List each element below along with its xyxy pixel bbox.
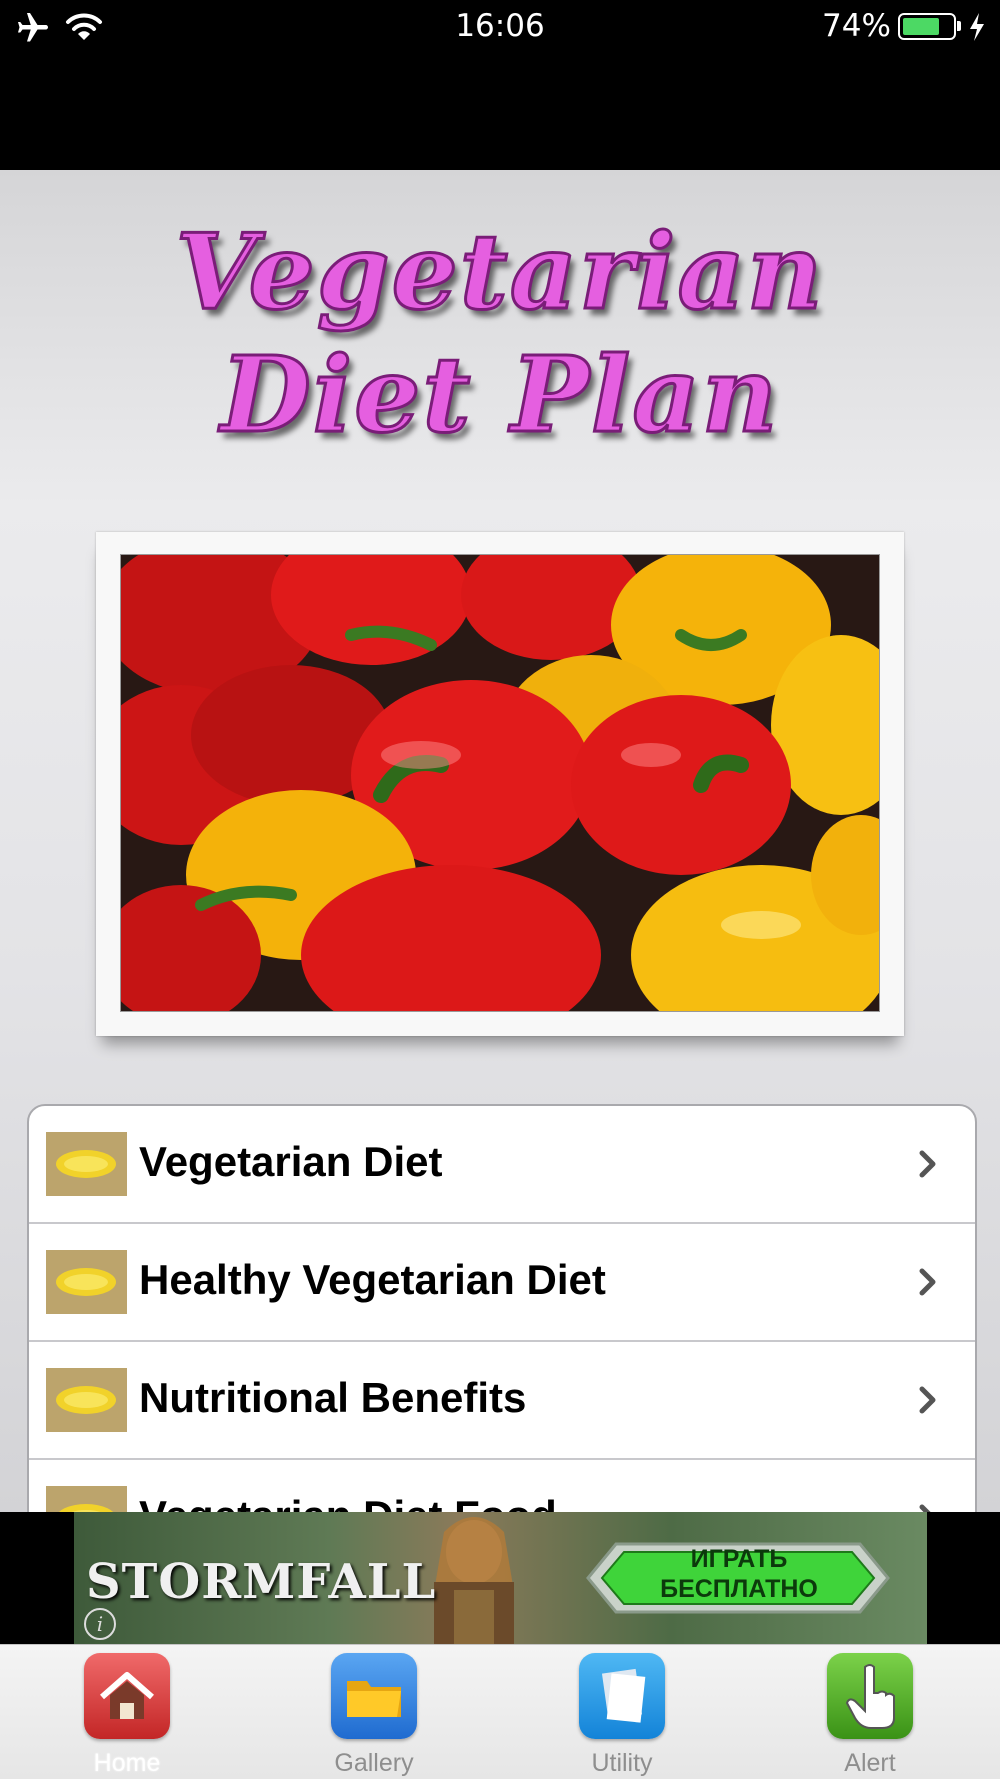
tab-utility[interactable]: Utility	[552, 1653, 692, 1779]
tab-label: Utility	[591, 1749, 653, 1777]
ad-brand: STORMFALL	[86, 1554, 437, 1610]
folder-icon	[331, 1653, 417, 1739]
ad-banner[interactable]: STORMFALL ИГРАТЬ БЕСПЛАТНО i	[74, 1512, 927, 1644]
chevron-right-icon	[919, 1150, 936, 1178]
tab-home[interactable]: Home	[57, 1653, 197, 1779]
pointing-hand-icon	[827, 1653, 913, 1739]
main-content: Vegetarian Diet Plan Vegetarian Diet Hea…	[0, 170, 1000, 1512]
tab-alert[interactable]: Alert	[800, 1653, 940, 1779]
lemon-thumbnail-icon	[46, 1368, 127, 1432]
battery-nub	[957, 21, 961, 31]
list-item[interactable]: Vegetarian Diet Food	[29, 1460, 975, 1512]
info-icon[interactable]: i	[84, 1608, 116, 1640]
lemon-thumbnail-icon	[46, 1132, 127, 1196]
tab-gallery[interactable]: Gallery	[304, 1653, 444, 1779]
battery-icon	[898, 13, 956, 40]
ad-cta-label: ИГРАТЬ БЕСПЛАТНО	[660, 1545, 818, 1603]
list-item-label: Nutritional Benefits	[139, 1374, 527, 1421]
documents-icon	[579, 1653, 665, 1739]
ad-banner-strip: STORMFALL ИГРАТЬ БЕСПЛАТНО i	[0, 1512, 1000, 1644]
chevron-right-icon	[919, 1386, 936, 1414]
charging-bolt-icon	[970, 13, 984, 41]
chevron-right-icon	[919, 1268, 936, 1296]
peppers-illustration	[121, 555, 879, 1011]
tab-label: Alert	[844, 1749, 896, 1777]
list-item-label: Vegetarian Diet Food	[139, 1492, 557, 1512]
list-item[interactable]: Nutritional Benefits	[29, 1342, 975, 1460]
tab-label: Gallery	[334, 1749, 414, 1777]
topic-list: Vegetarian Diet Healthy Vegetarian Diet …	[27, 1104, 977, 1512]
bell-peppers-image	[120, 554, 880, 1012]
status-bar: 16:06 74%	[0, 0, 1000, 170]
list-item[interactable]: Vegetarian Diet	[29, 1106, 975, 1224]
lemon-thumbnail-icon	[46, 1486, 127, 1512]
tab-label: Home	[93, 1749, 161, 1777]
chevron-right-icon	[919, 1504, 931, 1512]
list-item-label: Vegetarian Diet	[139, 1138, 443, 1185]
list-item[interactable]: Healthy Vegetarian Diet	[29, 1224, 975, 1342]
tab-bar: Home Gallery Utility Alert	[0, 1644, 1000, 1779]
page-title: Vegetarian Diet Plan	[174, 209, 825, 458]
hero-photo-frame	[96, 532, 904, 1036]
list-item-label: Healthy Vegetarian Diet	[139, 1256, 606, 1303]
lemon-thumbnail-icon	[46, 1250, 127, 1314]
home-icon	[84, 1653, 170, 1739]
battery-percent: 74%	[822, 8, 891, 44]
